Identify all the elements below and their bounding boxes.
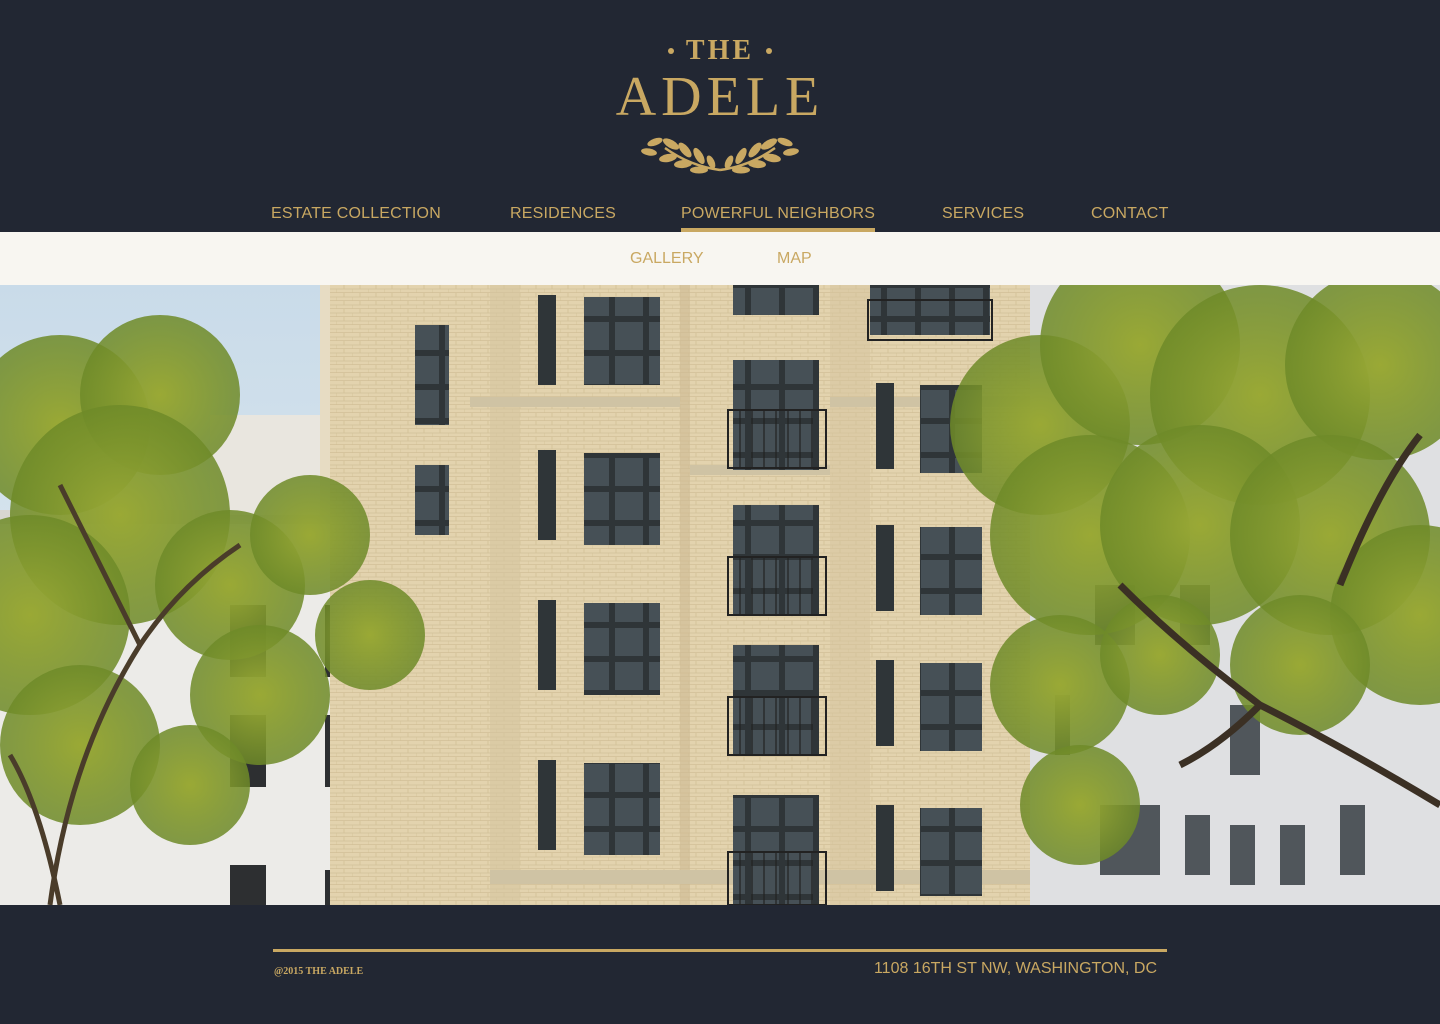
site-footer: @2015 THE ADELE 1108 16TH ST NW, WASHING… (0, 905, 1440, 1024)
logo-dot-left (667, 47, 674, 54)
nav-item-estate-collection[interactable]: ESTATE COLLECTION (271, 200, 441, 232)
hero-image (0, 285, 1440, 905)
sub-nav: GALLERY MAP (0, 232, 1440, 285)
logo-name: ADELE (615, 66, 825, 128)
address-text: 1108 16TH ST NW, WASHINGTON, DC (873, 960, 1157, 977)
nav-item-powerful-neighbors[interactable]: POWERFUL NEIGHBORS (681, 200, 876, 232)
site-header: THE ADELE ESTATE COLLECTION RESIDENCES P… (0, 0, 1440, 232)
copyright-text: @2015 THE ADELE (274, 966, 364, 977)
laurel-icon (641, 137, 799, 174)
brand-logo[interactable]: THE ADELE (600, 34, 840, 179)
main-nav: ESTATE COLLECTION RESIDENCES POWERFUL NE… (0, 200, 1440, 232)
logo-prefix: THE (600, 34, 840, 68)
footer-divider (273, 949, 1167, 952)
building-illustration (0, 285, 1440, 905)
logo-dot-right (766, 47, 773, 54)
subnav-item-map[interactable]: MAP (777, 232, 812, 285)
subnav-item-gallery[interactable]: GALLERY (630, 232, 704, 285)
nav-item-residences[interactable]: RESIDENCES (510, 200, 616, 232)
nav-item-services[interactable]: SERVICES (942, 200, 1024, 232)
nav-item-contact[interactable]: CONTACT (1091, 200, 1169, 232)
logo-prefix-text: THE (685, 35, 755, 66)
